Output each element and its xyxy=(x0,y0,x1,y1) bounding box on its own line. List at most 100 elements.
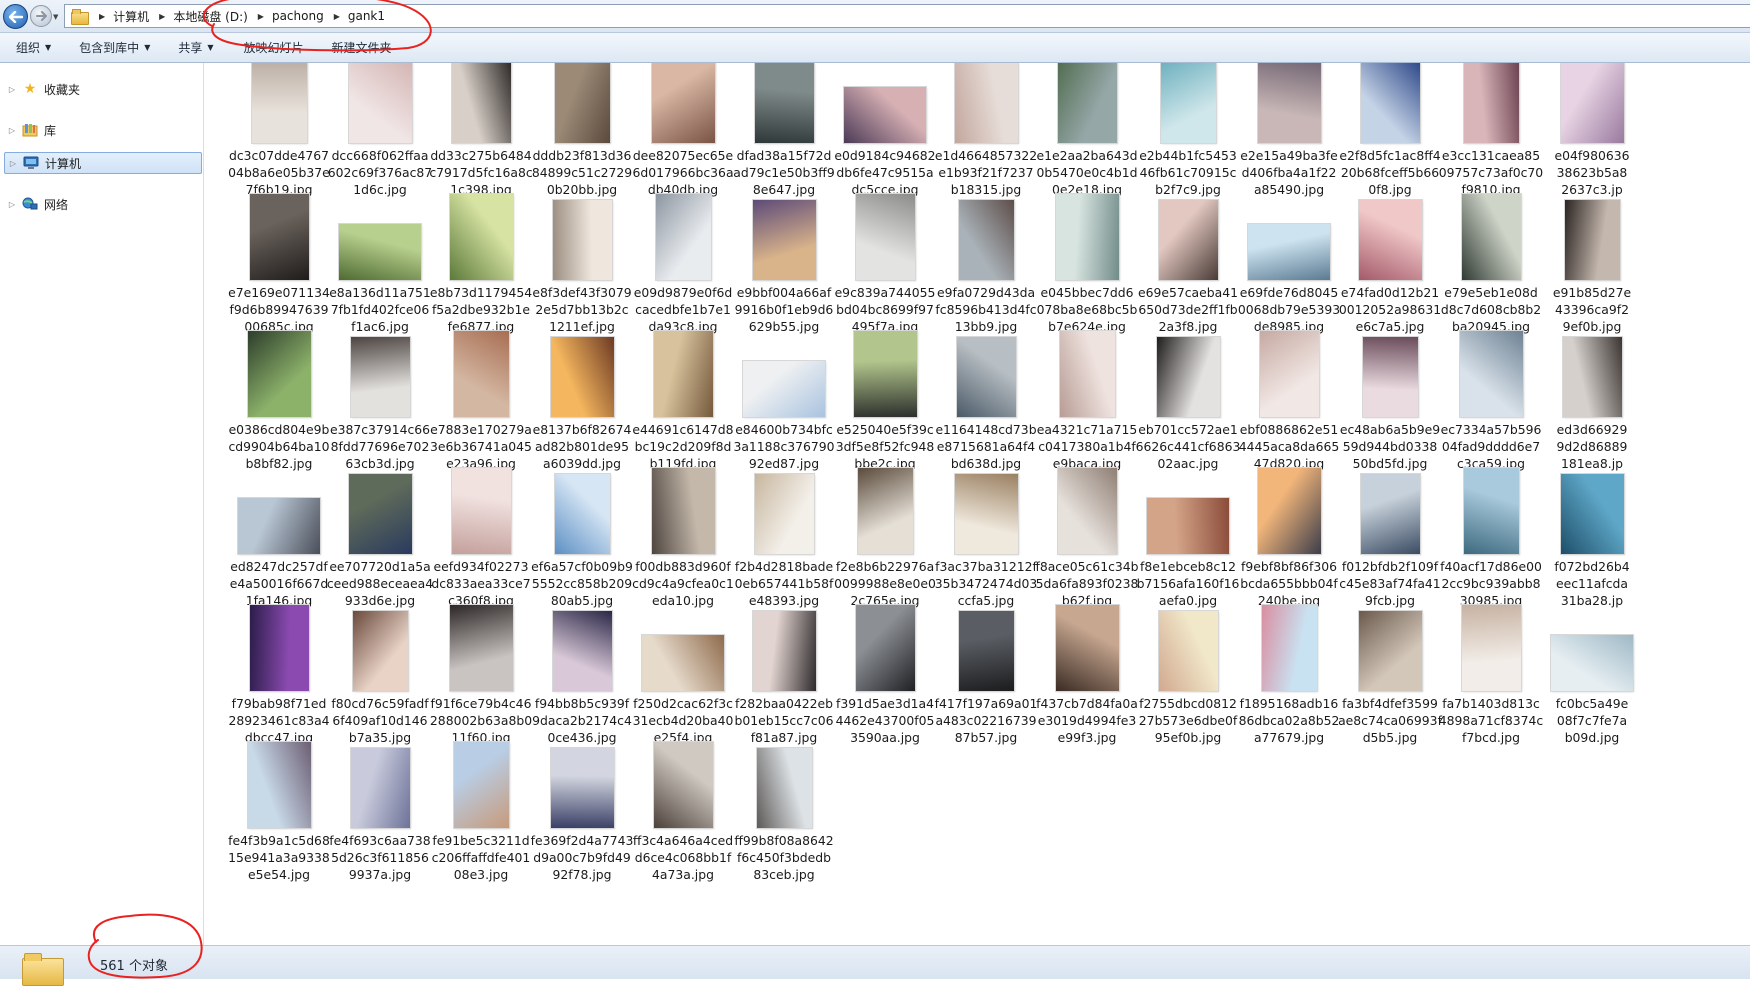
expand-arrow-icon[interactable]: ▷ xyxy=(7,159,19,168)
expand-arrow-icon[interactable]: ▷ xyxy=(6,85,18,94)
file-item[interactable]: e045bbec7dd6 078ba8e68bc5b b7e624e.jpg xyxy=(1033,178,1141,334)
file-item[interactable]: e3cc131caea85 09757c73af0c70 f9810.jpg xyxy=(1437,63,1545,197)
chevron-right-icon[interactable]: ▶ xyxy=(159,12,165,21)
expand-arrow-icon[interactable]: ▷ xyxy=(6,126,18,135)
file-list-view[interactable]: dc3c07dde4767 04b8a6e05b37e 7f6b19.jpg dc… xyxy=(205,63,1750,945)
file-item[interactable]: f9ebf8bf86f306 bcda655bbb04f 240be.jpg xyxy=(1235,452,1343,608)
new-folder-button[interactable]: 新建文件夹 xyxy=(332,39,392,56)
file-item[interactable]: ed8247dc257df e4a50016f667d 1fa146.jpg xyxy=(225,452,333,608)
file-item[interactable]: eb701cc572ae1 6626c441cf6863 02aac.jpg xyxy=(1134,315,1242,471)
file-item[interactable]: e387c37914c66 8fdd77696e702 63cb3d.jpg xyxy=(326,315,434,471)
breadcrumb-local-disk-d[interactable]: 本地磁盘 (D:) xyxy=(173,8,247,25)
breadcrumb-gank1[interactable]: gank1 xyxy=(348,9,385,23)
chevron-right-icon[interactable]: ▶ xyxy=(99,12,105,21)
file-item[interactable]: f8e1ebceb8c12 b7156afa160f16 aefa0.jpg xyxy=(1134,452,1242,608)
file-item[interactable]: fa7b1403d813c 4898a71cf8374c f7bcd.jpg xyxy=(1437,589,1545,745)
file-item[interactable]: f282baa0422eb b01eb15cc7c06 f81a87.jpg xyxy=(730,589,838,745)
file-item[interactable]: dc3c07dde4767 04b8a6e05b37e 7f6b19.jpg xyxy=(225,63,333,197)
file-item[interactable]: fc0bc5a49e 08f7c7fe7a b09d.jpg xyxy=(1538,589,1646,745)
file-item[interactable]: f2755dbcd0812 27b573e6dbe0f 95ef0b.jpg xyxy=(1134,589,1242,745)
file-item[interactable]: e2e15a49ba3fe d406fba4a1f22 a85490.jpg xyxy=(1235,63,1343,197)
file-item[interactable]: ec7334a57b596 04fad9dddd6e7 c3ca59.jpg xyxy=(1437,315,1545,471)
file-item[interactable]: ee707720d1a5a ceed988eceaea4 933d6e.jpg xyxy=(326,452,434,608)
recent-pages-chevron-icon[interactable]: ▼ xyxy=(53,13,58,21)
chevron-right-icon[interactable]: ▶ xyxy=(334,12,340,21)
file-item[interactable]: e2f8d5fc1ac8ff4 20b68fceff5b66 0f8.jpg xyxy=(1336,63,1444,197)
slideshow-button[interactable]: 放映幻灯片 xyxy=(244,39,304,56)
nav-item-network[interactable]: ▷ 网络 xyxy=(4,193,202,215)
file-item[interactable]: e8a136d11a751 7fb1fd402fce06 f1ac6.jpg xyxy=(326,178,434,334)
file-item[interactable]: fe91be5c3211d c206ffaffdfe401 08e3.jpg xyxy=(427,726,535,882)
file-item[interactable]: e525040e5f39c 3df5e8f52fc948 bbe2c.jpg xyxy=(831,315,939,471)
file-item[interactable]: fe4f693c6aa738 5d26c3f611856 9937a.jpg xyxy=(326,726,434,882)
organize-menu[interactable]: 组织 ▼ xyxy=(16,39,51,56)
file-item[interactable]: ea4321c71a715 c0417380a1b4f e9baca.jpg xyxy=(1033,315,1141,471)
file-item[interactable]: ec48ab6a5b9e9 59d944bd0338 50bd5fd.jpg xyxy=(1336,315,1444,471)
file-item[interactable]: dee82075ec65e 6d017966bc36a db40db.jpg xyxy=(629,63,737,197)
breadcrumb[interactable]: ▶ 计算机 ▶ 本地磁盘 (D:) ▶ pachong ▶ gank1 xyxy=(64,4,1750,28)
file-item[interactable]: f391d5ae3d1a4 4462e43700f05 3590aa.jpg xyxy=(831,589,939,745)
file-item[interactable]: e69fde76d8045 0068db79e5393 de8985.jpg xyxy=(1235,178,1343,334)
file-item[interactable]: e8137b6f82674 ad82b801de95 a6039dd.jpg xyxy=(528,315,636,471)
back-button[interactable] xyxy=(3,4,28,29)
file-item[interactable]: e1d4664857322 e1b93f21f7237 b18315.jpg xyxy=(932,63,1040,197)
file-item[interactable]: fe369f2d4a7743 d9a00c7b9fd49 92f78.jpg xyxy=(528,726,636,882)
file-item[interactable]: e8b73d1179454 f5a2dbe932b1e fe6877.jpg xyxy=(427,178,535,334)
file-item[interactable]: e1e2aa2ba643d 0b5470e0c4b1d 0e2e18.jpg xyxy=(1033,63,1141,197)
file-item[interactable]: fa3bf4dfef3599 ae8c74ca06993f d5b5.jpg xyxy=(1336,589,1444,745)
file-item[interactable]: e91b85d27e 43396ca9f2 9ef0b.jpg xyxy=(1538,178,1646,334)
file-item[interactable]: e09d9879e0f6d cacedbfe1b7e1 da93c8.jpg xyxy=(629,178,737,334)
share-menu[interactable]: 共享 ▼ xyxy=(178,39,213,56)
file-item[interactable]: e1164148cd73b e8715681a64f4 bd638d.jpg xyxy=(932,315,1040,471)
file-item[interactable]: e9c839a744055 bd04bc8699f97 495f7a.jpg xyxy=(831,178,939,334)
file-item[interactable]: f00db883d960f cd9c4a9cfea0c1 eda10.jpg xyxy=(629,452,737,608)
file-item[interactable]: e0386cd804e9b cd9904b64ba10 b8bf82.jpg xyxy=(225,315,333,471)
file-item[interactable]: e79e5eb1e08d d8c7d608cb8b2 ba20945.jpg xyxy=(1437,178,1545,334)
forward-button[interactable] xyxy=(30,5,52,27)
file-item[interactable]: ebf0886862e51 4445aca8da665 47d820.jpg xyxy=(1235,315,1343,471)
file-item[interactable]: dfad38a15f72d ad79c1e50b3ff9 8e647.jpg xyxy=(730,63,838,197)
file-item[interactable]: f1895168adb16 86dbca02a8b52 a77679.jpg xyxy=(1235,589,1343,745)
file-item[interactable]: ff99b8f08a8642 f6c450f3bdedb 83ceb.jpg xyxy=(730,726,838,882)
file-item[interactable]: e9bbf004a66af 9916b0f1eb9d6 629b55.jpg xyxy=(730,178,838,334)
chevron-right-icon[interactable]: ▶ xyxy=(258,12,264,21)
file-item[interactable]: e44691c6147d8 bc19c2d209f8d b119fd.jpg xyxy=(629,315,737,471)
file-item[interactable]: f8ace05c61c34b 5da6fa893f0238 b62f.jpg xyxy=(1033,452,1141,608)
file-item[interactable]: e84600b734bfc 3a1188c376790 92ed87.jpg xyxy=(730,315,838,471)
file-item[interactable]: e8f3def43f3079 2e5d7bb13b2c 1211ef.jpg xyxy=(528,178,636,334)
file-item[interactable]: f250d2cac62f3c 31ecb4d20ba40 e25f4.jpg xyxy=(629,589,737,745)
file-item[interactable]: fe4f3b9a1c5d68 15e941a3a9338 e5e54.jpg xyxy=(225,726,333,882)
file-item[interactable]: f40acf17d86e00 2cc9bc939abb8 30985.jpg xyxy=(1437,452,1545,608)
file-item[interactable]: ff3c4a646a4ced d6ce4c068bb1f 4a73a.jpg xyxy=(629,726,737,882)
file-item[interactable]: e0d9184c94682 db6fe47c9515a dc5cce.jpg xyxy=(831,63,939,197)
file-item[interactable]: dcc668f062ffaa 602c69f376ac87 1d6c.jpg xyxy=(326,63,434,197)
file-item[interactable]: e04f980636 38623b5a8 2637c3.jp xyxy=(1538,63,1646,197)
file-item[interactable]: e7e169e071134 f9d6b89947639 00685c.jpg xyxy=(225,178,333,334)
file-item[interactable]: ed3d66929 9d2d86889 181ea8.jp xyxy=(1538,315,1646,471)
file-item[interactable]: e9fa0729d43da fc8596b413d4fc 13bb9.jpg xyxy=(932,178,1040,334)
file-item[interactable]: dddb23f813d36 84899c51c2729 0b20bb.jpg xyxy=(528,63,636,197)
file-item[interactable]: e69e57caeba41 650d73de2ff1fb 2a3f8.jpg xyxy=(1134,178,1242,334)
breadcrumb-computer[interactable]: 计算机 xyxy=(113,8,149,25)
nav-item-favorites[interactable]: ▷ ★ 收藏夹 xyxy=(4,78,202,100)
file-item[interactable]: dd33c275b6484 c7917d5fc16a8c 1c398.jpg xyxy=(427,63,535,197)
file-item[interactable]: f437cb7d84fa0a e3019d4994fe3 e99f3.jpg xyxy=(1033,589,1141,745)
file-item[interactable]: e74fad0d12b21 0012052a98631 e6c7a5.jpg xyxy=(1336,178,1444,334)
file-item[interactable]: ef6a57cf0b09b9 5552cc858b209 80ab5.jpg xyxy=(528,452,636,608)
file-item[interactable]: f417f197a69a01 a483c02216739 87b57.jpg xyxy=(932,589,1040,745)
nav-item-libraries[interactable]: ▷ 库 xyxy=(4,119,202,141)
file-item[interactable]: f012bfdb2f109f c45e83af74fa41 9fcb.jpg xyxy=(1336,452,1444,608)
file-item[interactable]: e2b44b1fc5453 46fb61c70915c b2f7c9.jpg xyxy=(1134,63,1242,197)
include-in-library-menu[interactable]: 包含到库中 ▼ xyxy=(79,39,150,56)
file-item[interactable]: f2e8b6b22976a 0099988e8e0e0 2c765e.jpg xyxy=(831,452,939,608)
file-item[interactable]: eefd934f02273 dc833aea33ce7 c360f8.jpg xyxy=(427,452,535,608)
file-item[interactable]: f3ac37ba31212f 35b3472474d03 ccfa5.jpg xyxy=(932,452,1040,608)
file-item[interactable]: e7883e170279a 3e6b36741a045 e23a96.jpg xyxy=(427,315,535,471)
file-item[interactable]: f2b4d2818bade 0eb657441b58f e48393.jpg xyxy=(730,452,838,608)
nav-item-computer[interactable]: ▷ 计算机 xyxy=(4,152,202,174)
breadcrumb-pachong[interactable]: pachong xyxy=(272,9,324,23)
expand-arrow-icon[interactable]: ▷ xyxy=(6,200,18,209)
file-item[interactable]: f072bd26b4 eec11afcda 31ba28.jp xyxy=(1538,452,1646,608)
file-item[interactable]: f80cd76c59fadf 6f409af10d146 b7a35.jpg xyxy=(326,589,434,745)
file-item[interactable]: f91f6ce79b4c46 288002b63a8b0 11f60.jpg xyxy=(427,589,535,745)
